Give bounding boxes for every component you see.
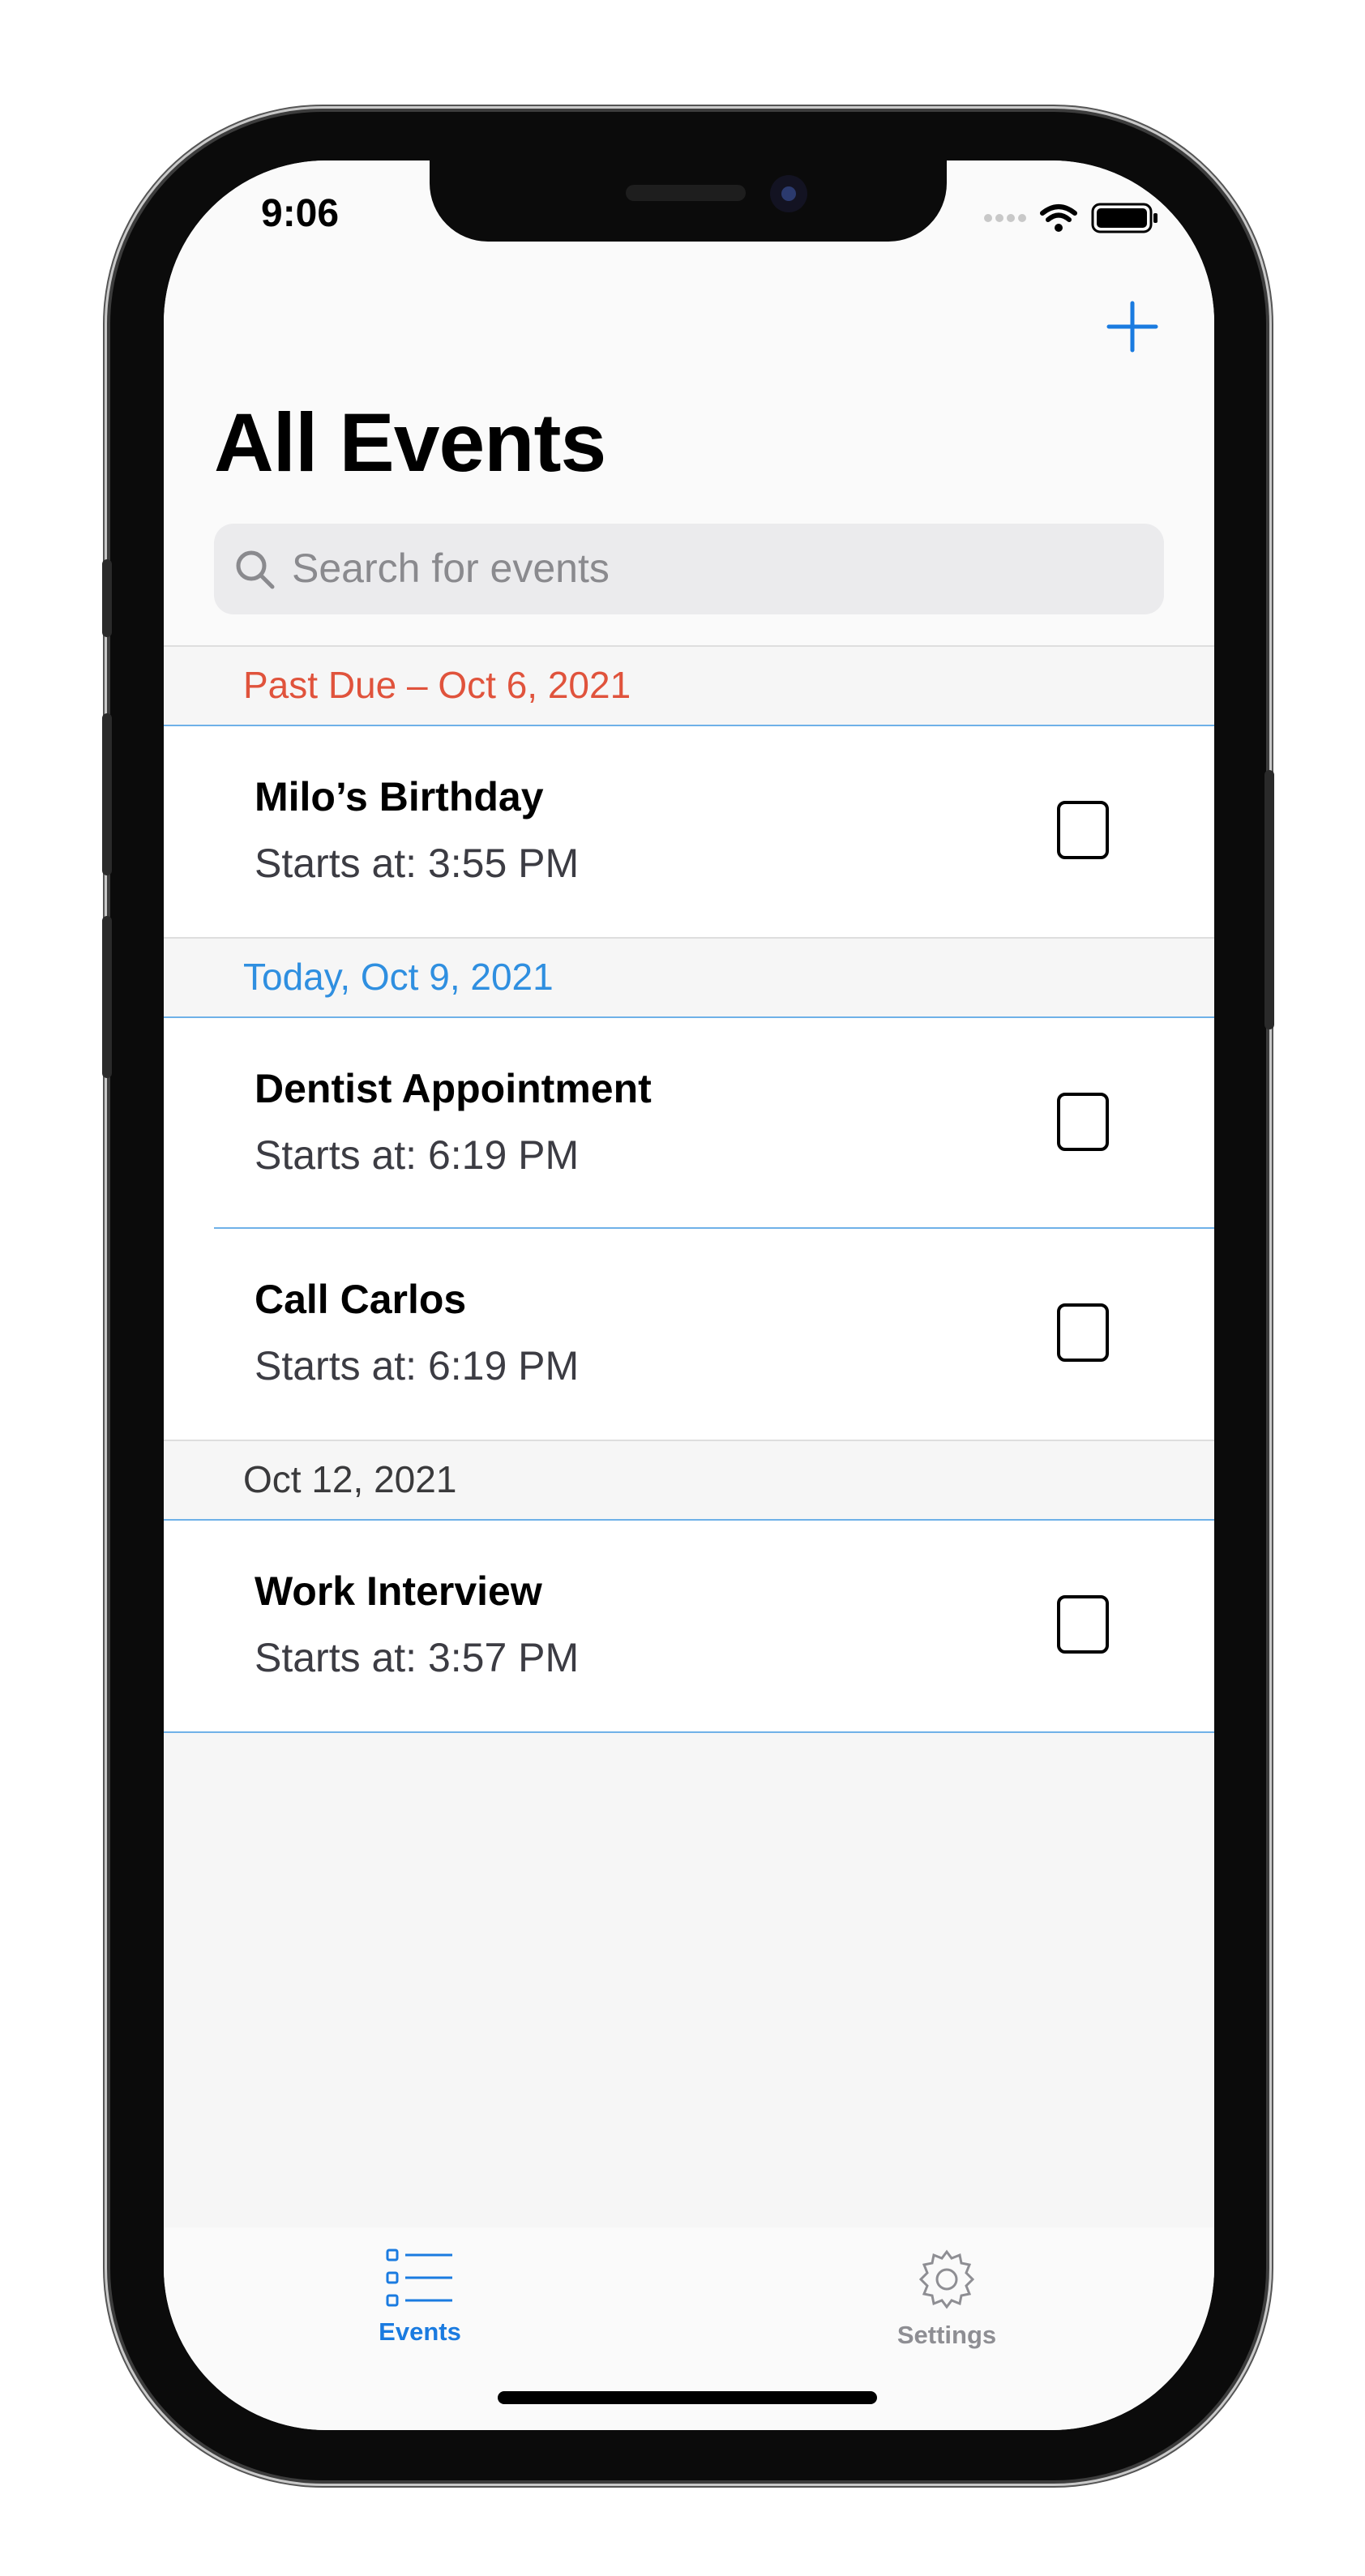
gear-icon xyxy=(918,2249,975,2309)
tab-label: Events xyxy=(379,2317,461,2346)
completion-checkbox[interactable] xyxy=(1057,1093,1109,1151)
list-icon xyxy=(386,2249,452,2307)
volume-up-button xyxy=(102,713,112,875)
add-event-button[interactable] xyxy=(1104,298,1161,355)
search-field[interactable]: Search for events xyxy=(214,524,1164,614)
event-row-work-interview[interactable]: Work Interview Starts at: 3:57 PM xyxy=(164,1521,1214,1731)
battery-icon xyxy=(1091,203,1157,233)
camera-icon xyxy=(770,175,807,212)
section-header-today: Today, Oct 9, 2021 xyxy=(164,937,1214,1018)
wifi-icon xyxy=(1040,204,1077,232)
section-header-label: Past Due – Oct 6, 2021 xyxy=(243,664,631,706)
tab-events[interactable]: Events xyxy=(339,2247,501,2347)
completion-checkbox[interactable] xyxy=(1057,801,1109,859)
event-time: Starts at: 3:57 PM xyxy=(255,1635,580,1680)
section-header-label: Oct 12, 2021 xyxy=(243,1458,457,1500)
event-title: Call Carlos xyxy=(255,1277,467,1322)
speaker-grille xyxy=(626,185,746,201)
list-bottom-separator xyxy=(164,1731,1214,1733)
tab-settings[interactable]: Settings xyxy=(866,2247,1028,2350)
search-icon xyxy=(236,550,275,589)
event-title: Work Interview xyxy=(255,1568,542,1614)
silent-switch xyxy=(102,559,112,637)
event-row-dentist-appointment[interactable]: Dentist Appointment Starts at: 6:19 PM xyxy=(164,1018,1214,1229)
event-title: Milo’s Birthday xyxy=(255,774,544,819)
completion-checkbox[interactable] xyxy=(1057,1303,1109,1362)
completion-checkbox[interactable] xyxy=(1057,1595,1109,1654)
event-time: Starts at: 3:55 PM xyxy=(255,841,580,886)
status-time: 9:06 xyxy=(261,192,340,235)
signal-icon xyxy=(984,214,1026,222)
event-row-milos-birthday[interactable]: Milo’s Birthday Starts at: 3:55 PM xyxy=(164,726,1214,937)
status-icons xyxy=(984,203,1159,233)
tab-label: Settings xyxy=(896,2321,997,2349)
event-time: Starts at: 6:19 PM xyxy=(255,1132,580,1178)
section-header-oct-12: Oct 12, 2021 xyxy=(164,1440,1214,1521)
notch xyxy=(430,160,947,242)
page-title: All Events xyxy=(214,396,606,489)
screen: 9:06 All Events Search for events Past D… xyxy=(164,160,1214,2430)
event-row-call-carlos[interactable]: Call Carlos Starts at: 6:19 PM xyxy=(164,1229,1214,1440)
volume-down-button xyxy=(102,916,112,1078)
event-title: Dentist Appointment xyxy=(255,1066,652,1111)
home-indicator[interactable] xyxy=(498,2391,877,2404)
section-header-past-due: Past Due – Oct 6, 2021 xyxy=(164,645,1214,726)
search-placeholder: Search for events xyxy=(292,546,610,591)
event-time: Starts at: 6:19 PM xyxy=(255,1343,580,1389)
power-button xyxy=(1264,770,1274,1029)
section-header-label: Today, Oct 9, 2021 xyxy=(243,956,554,998)
